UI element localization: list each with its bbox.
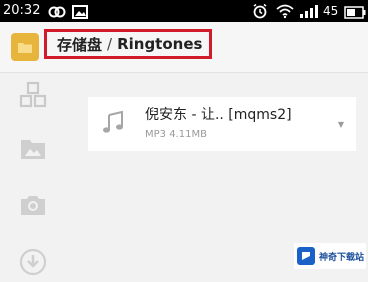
file-list-item[interactable]: 倪安东 - 让.. [mqms2] MP3 4.11MB ▼ bbox=[88, 97, 356, 151]
camera-icon[interactable] bbox=[19, 191, 47, 219]
music-note-icon bbox=[100, 110, 126, 136]
breadcrumb-current[interactable]: Ringtones bbox=[117, 35, 202, 53]
file-menu-arrow-icon[interactable]: ▼ bbox=[338, 121, 344, 129]
header: 存储盘 / Ringtones bbox=[0, 22, 368, 73]
status-time: 20:32 bbox=[3, 3, 41, 18]
file-name: 倪安东 - 让.. [mqms2] bbox=[145, 107, 292, 123]
battery-level: 45 bbox=[323, 4, 339, 18]
image-folder-icon[interactable] bbox=[19, 135, 47, 163]
download-icon[interactable] bbox=[19, 248, 47, 276]
logo-mark-icon bbox=[296, 246, 316, 266]
watermark-logo: 神奇下载站 bbox=[294, 243, 366, 269]
sidebar bbox=[0, 73, 68, 282]
folder-icon[interactable] bbox=[10, 32, 40, 62]
image-icon bbox=[72, 4, 88, 23]
breadcrumb-root[interactable]: 存储盘 bbox=[57, 34, 102, 55]
breadcrumb: 存储盘 / Ringtones bbox=[44, 29, 212, 59]
status-bar: 20:32 45 bbox=[0, 0, 368, 22]
breadcrumb-separator: / bbox=[107, 35, 113, 53]
loop-icon bbox=[48, 4, 66, 23]
category-icon[interactable] bbox=[19, 81, 47, 109]
alarm-icon bbox=[252, 3, 268, 23]
signal-icon bbox=[299, 3, 319, 23]
wifi-icon bbox=[276, 3, 294, 23]
battery-icon bbox=[344, 4, 366, 23]
file-meta: MP3 4.11MB bbox=[145, 129, 207, 140]
watermark-text: 神奇下载站 bbox=[319, 252, 365, 263]
